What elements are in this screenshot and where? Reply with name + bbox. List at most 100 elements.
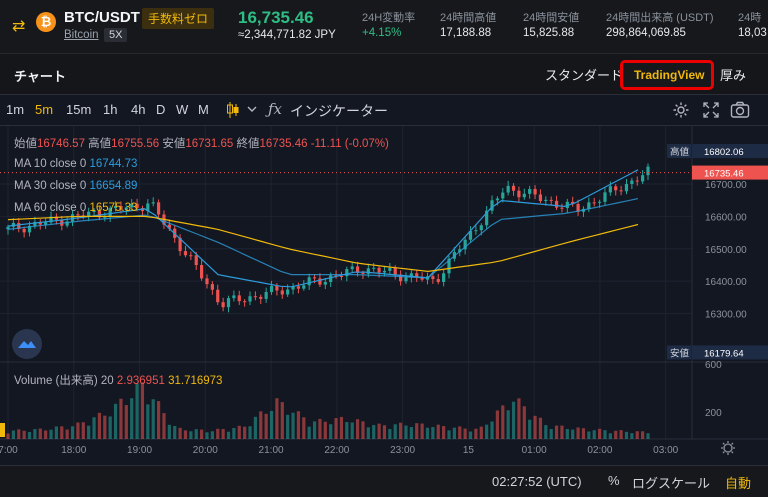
chevron-down-icon[interactable] xyxy=(246,102,258,119)
volume-bar xyxy=(296,411,301,439)
interval-1h[interactable]: 1h xyxy=(103,102,117,117)
market-header: ⇄ ₿ BTC/USDT 手数料ゼロ Bitcoin 5X 16,735.46 … xyxy=(0,0,768,54)
volume-bar xyxy=(232,427,236,439)
candle-body xyxy=(436,279,440,282)
tab-standard[interactable]: スタンダード xyxy=(545,65,623,84)
ma60-legend[interactable]: MA 60 close 0 16575.33 xyxy=(14,202,137,214)
interval-m[interactable]: M xyxy=(198,102,209,117)
volume-bar xyxy=(619,430,623,439)
volume-bar xyxy=(366,427,370,439)
time-tick-label: 02:00 xyxy=(587,445,612,456)
volume-bar xyxy=(528,419,532,439)
volume-bar xyxy=(447,430,451,439)
axis-settings-icon xyxy=(721,441,735,455)
volume-bar xyxy=(140,382,145,439)
volume-bar xyxy=(377,423,381,439)
auto-scale-toggle[interactable]: 自動 xyxy=(725,473,751,492)
volume-bar xyxy=(485,424,489,439)
interval-1m[interactable]: 1m xyxy=(6,102,24,117)
camera-icon[interactable] xyxy=(730,101,750,123)
volume-bar xyxy=(38,428,42,439)
close-value: 16735.46 xyxy=(259,138,308,150)
ma10-label: MA 10 close 0 xyxy=(14,158,87,170)
volume-bar xyxy=(49,429,53,439)
coin-link[interactable]: Bitcoin xyxy=(64,29,99,41)
price-tick-label: 16700.00 xyxy=(705,180,747,191)
candle-body xyxy=(216,289,220,303)
interval-4h[interactable]: 4h xyxy=(131,102,145,117)
volume-bar xyxy=(178,427,182,439)
ma10-legend[interactable]: MA 10 close 0 16744.73 xyxy=(14,158,137,170)
volume-bar xyxy=(624,431,629,439)
interval-d[interactable]: D xyxy=(156,102,165,117)
volume-bar xyxy=(501,405,505,439)
volume-bar xyxy=(361,421,365,439)
volume-bar xyxy=(345,422,349,439)
volume-bar xyxy=(544,425,548,439)
percent-toggle[interactable]: % xyxy=(608,473,620,488)
volume-bar xyxy=(517,398,521,439)
candle-body xyxy=(339,275,344,277)
volume-bar xyxy=(603,430,607,439)
pair-name[interactable]: BTC/USDT xyxy=(64,9,140,26)
volume-bar xyxy=(458,426,462,439)
candle-body xyxy=(232,295,236,299)
open-value: 16746.57 xyxy=(37,138,85,150)
price-chart[interactable]: 16700.00 16600.00 16500.00 16400.00 16300.00… xyxy=(0,126,768,465)
interval-15m[interactable]: 15m xyxy=(66,102,91,117)
settings-icon[interactable] xyxy=(672,101,690,123)
volume-bar xyxy=(350,422,354,439)
candle-body xyxy=(614,186,618,191)
ma60-label: MA 60 close 0 xyxy=(14,202,87,214)
candle-body xyxy=(76,214,80,216)
fullscreen-icon[interactable] xyxy=(702,101,720,123)
tab-depth[interactable]: 厚み xyxy=(720,65,746,84)
candle-body xyxy=(538,194,543,202)
volume-bar xyxy=(318,418,322,439)
candle-type-icon[interactable] xyxy=(226,101,240,123)
last-price-jpy: ≈2,344,771.82 JPY xyxy=(238,29,336,41)
volume-bar xyxy=(259,411,263,439)
ma10-value: 16744.73 xyxy=(89,158,138,170)
high-tag-label: 高値 xyxy=(670,146,690,158)
candle-body xyxy=(323,281,327,285)
volume-bar xyxy=(103,415,107,439)
volume-bar xyxy=(6,433,10,439)
tab-tradingview[interactable]: TradingView xyxy=(620,60,714,90)
tradingview-logo-icon[interactable] xyxy=(12,329,42,359)
volume-bar xyxy=(399,422,403,439)
volume-bar xyxy=(124,405,128,439)
candle-body xyxy=(22,228,26,233)
candle-body xyxy=(183,251,188,256)
volume-bar xyxy=(81,422,85,439)
last-price: 16,735.46 xyxy=(238,8,314,27)
volume-bar xyxy=(339,416,344,439)
tab-tradingview-label: TradingView xyxy=(634,68,705,82)
interval-5m[interactable]: 5m xyxy=(35,102,53,117)
volume-bar xyxy=(581,428,586,439)
candle-body xyxy=(597,201,602,203)
volume-bar xyxy=(253,416,257,439)
candle-body xyxy=(404,277,408,282)
log-scale-toggle[interactable]: ログスケール xyxy=(632,473,710,492)
ma60-value: 16575.33 xyxy=(89,202,138,214)
volume-value-2: 31.716973 xyxy=(168,375,223,387)
candle-body xyxy=(635,180,639,182)
volume-bar xyxy=(70,426,75,439)
volume-bar xyxy=(538,417,543,439)
interval-w[interactable]: W xyxy=(176,102,188,117)
volume-bar xyxy=(560,425,564,439)
candle-body xyxy=(619,190,623,192)
fx-icon[interactable]: ƒx xyxy=(268,100,282,118)
swap-icon[interactable]: ⇄ xyxy=(12,16,25,36)
indicators-button[interactable]: インジケーター xyxy=(290,101,388,121)
volume-bar xyxy=(372,425,376,439)
time-tick-label: 20:00 xyxy=(193,445,218,456)
candle-body xyxy=(377,267,381,273)
volume-bar xyxy=(495,410,500,439)
utc-clock[interactable]: 02:27:52 (UTC) xyxy=(492,474,582,489)
volume-legend[interactable]: Volume (出来高) 20 2.936951 31.716973 xyxy=(14,372,222,388)
chart-area[interactable]: 16700.00 16600.00 16500.00 16400.00 16300.00… xyxy=(0,126,768,465)
volume-bar xyxy=(17,429,21,439)
ma30-legend[interactable]: MA 30 close 0 16654.89 xyxy=(14,180,137,192)
